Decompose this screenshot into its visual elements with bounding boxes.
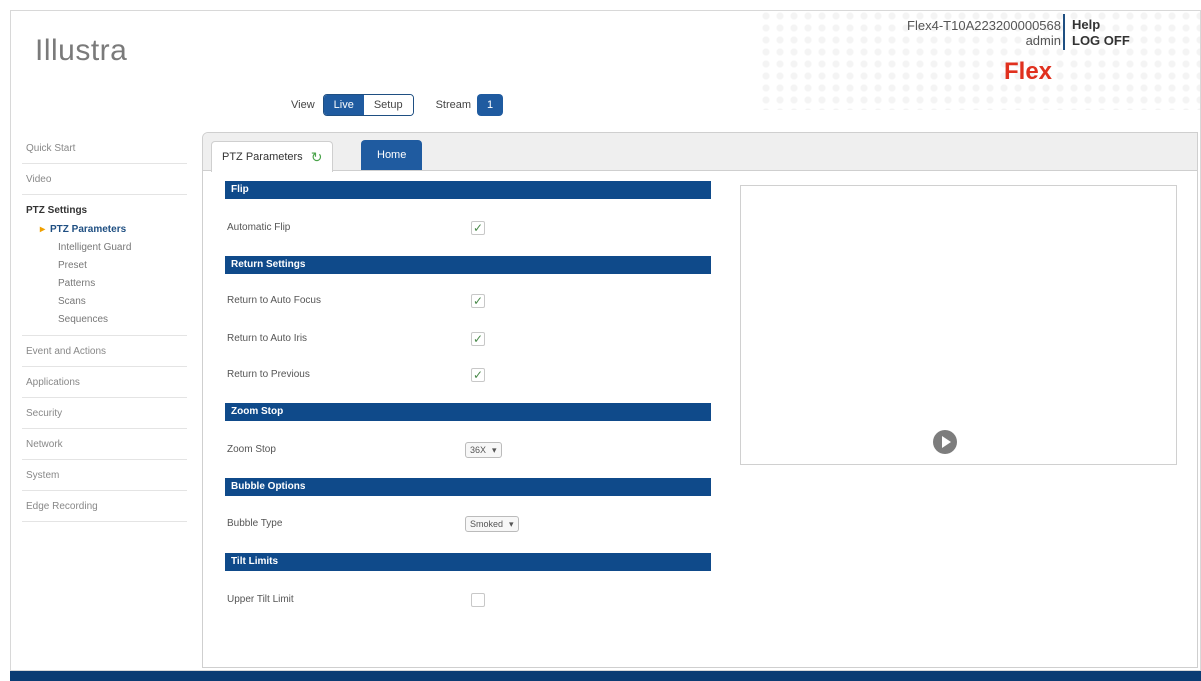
logoff-link[interactable]: LOG OFF — [1072, 33, 1130, 49]
bubble-type-value: Smoked — [470, 519, 504, 529]
return-auto-iris-checkbox[interactable]: ✓ — [471, 332, 485, 346]
sidebar-nav: Quick Start Video PTZ Settings PTZ Param… — [22, 133, 187, 522]
bubble-type-select[interactable]: Smoked ▾ — [465, 516, 519, 532]
zoom-stop-value: 36X — [470, 445, 487, 455]
sidebar-item-quick-start[interactable]: Quick Start — [22, 133, 187, 164]
setup-button[interactable]: Setup — [363, 95, 413, 115]
tab-strip — [203, 133, 1197, 171]
automatic-flip-label: Automatic Flip — [227, 222, 291, 233]
sidebar-subitem-intelligent-guard[interactable]: Intelligent Guard — [26, 239, 183, 257]
sidebar-item-video[interactable]: Video — [22, 164, 187, 195]
refresh-icon[interactable]: ↻ — [311, 149, 323, 166]
tab-ptz-parameters[interactable]: PTZ Parameters ↻ — [211, 141, 334, 172]
return-previous-checkbox[interactable]: ✓ — [471, 368, 485, 382]
section-bubble-options-header: Bubble Options — [225, 478, 711, 496]
zoom-stop-label: Zoom Stop — [227, 444, 276, 455]
view-bar: View Live Setup Stream 1 — [291, 94, 504, 116]
main-panel: PTZ Parameters ↻ Home Flip Automatic Fli… — [202, 132, 1198, 668]
device-id: Flex4-T10A223200000568 — [907, 18, 1061, 33]
play-icon[interactable] — [933, 430, 957, 454]
sidebar-subitem-preset[interactable]: Preset — [26, 257, 183, 275]
sidebar-subitem-sequences[interactable]: Sequences — [26, 311, 183, 329]
video-preview — [740, 185, 1177, 465]
upper-tilt-limit-label: Upper Tilt Limit — [227, 594, 294, 605]
sidebar-item-network[interactable]: Network — [22, 429, 187, 460]
section-return-settings-header: Return Settings — [225, 256, 711, 274]
return-auto-focus-label: Return to Auto Focus — [227, 295, 321, 306]
return-previous-label: Return to Previous — [227, 369, 310, 380]
sidebar-item-applications[interactable]: Applications — [22, 367, 187, 398]
stream-select-button[interactable]: 1 — [477, 94, 504, 116]
sidebar-item-system[interactable]: System — [22, 460, 187, 491]
automatic-flip-checkbox[interactable]: ✓ — [471, 221, 485, 235]
section-flip-header: Flip — [225, 181, 711, 199]
sidebar-item-ptz-settings[interactable]: PTZ Settings — [26, 205, 183, 216]
chevron-down-icon: ▾ — [492, 444, 497, 455]
header-links: Help LOG OFF — [1072, 17, 1130, 49]
header-divider — [1063, 14, 1065, 50]
zoom-stop-select[interactable]: 36X ▾ — [465, 442, 502, 458]
chevron-down-icon: ▾ — [509, 518, 514, 529]
sidebar-item-edge-recording[interactable]: Edge Recording — [22, 491, 187, 522]
view-toggle: Live Setup — [322, 94, 414, 116]
stream-label: Stream — [435, 99, 472, 111]
help-link[interactable]: Help — [1072, 17, 1130, 33]
upper-tilt-limit-checkbox[interactable] — [471, 593, 485, 607]
sidebar-group-ptz-settings: PTZ Settings PTZ Parameters Intelligent … — [22, 195, 187, 336]
live-button[interactable]: Live — [323, 95, 364, 115]
header-user-info: Flex4-T10A223200000568 admin — [907, 18, 1061, 48]
sidebar-subitem-scans[interactable]: Scans — [26, 293, 183, 311]
section-tilt-limits-header: Tilt Limits — [225, 553, 711, 571]
tab-home[interactable]: Home — [361, 140, 423, 170]
illustra-logo: Illustra — [35, 34, 128, 67]
return-auto-focus-checkbox[interactable]: ✓ — [471, 294, 485, 308]
footer-bar — [10, 671, 1201, 681]
sidebar-item-event-and-actions[interactable]: Event and Actions — [22, 336, 187, 367]
bubble-type-label: Bubble Type — [227, 518, 283, 529]
sidebar-item-security[interactable]: Security — [22, 398, 187, 429]
flex-logo: Flex — [1004, 58, 1053, 85]
return-auto-iris-label: Return to Auto Iris — [227, 333, 308, 344]
tab-ptz-parameters-label: PTZ Parameters — [222, 151, 303, 163]
sidebar-subitem-ptz-parameters[interactable]: PTZ Parameters — [26, 221, 183, 239]
sidebar-subitem-patterns[interactable]: Patterns — [26, 275, 183, 293]
username: admin — [1025, 33, 1061, 48]
section-zoom-stop-header: Zoom Stop — [225, 403, 711, 421]
view-label: View — [291, 99, 315, 111]
